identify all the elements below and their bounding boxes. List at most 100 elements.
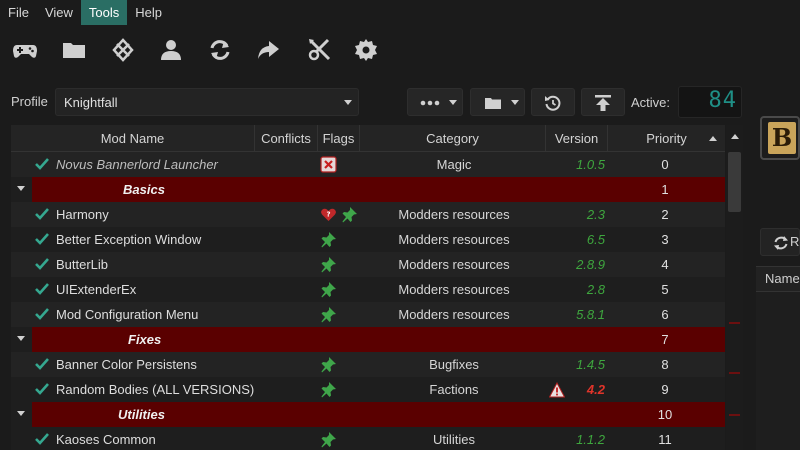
- category-cell: Utilities: [433, 432, 475, 447]
- group-title: Fixes: [128, 332, 162, 347]
- mod-name-cell: Harmony: [56, 207, 109, 222]
- svg-text:?: ?: [326, 211, 330, 219]
- menu-file[interactable]: File: [0, 0, 37, 25]
- priority-cell: 2: [661, 207, 669, 222]
- category-cell: Modders resources: [398, 207, 510, 222]
- enabled-check-icon[interactable]: [35, 258, 49, 270]
- table-row[interactable]: Harmony? Modders resources 2.3 2: [11, 202, 725, 227]
- upload-icon: [595, 95, 611, 111]
- enabled-check-icon[interactable]: [35, 308, 49, 320]
- category-cell: Modders resources: [398, 257, 510, 272]
- priority-cell: 10: [657, 407, 673, 422]
- group-row[interactable]: Basics 1: [11, 177, 725, 202]
- pin-icon: [320, 381, 337, 398]
- enabled-check-icon[interactable]: [35, 283, 49, 295]
- scroll-up-icon[interactable]: [731, 134, 739, 139]
- enabled-check-icon[interactable]: [35, 383, 49, 395]
- version-cell: 4.2: [586, 382, 605, 397]
- header-mod-name[interactable]: Mod Name: [11, 125, 255, 152]
- table-row[interactable]: Better Exception Window Modders resources…: [11, 227, 725, 252]
- right-name-label: Name: [765, 271, 800, 286]
- active-label: Active:: [631, 95, 671, 110]
- chevron-down-icon: [344, 100, 352, 105]
- pin-icon: [320, 306, 337, 323]
- category-cell: Magic: [436, 157, 472, 172]
- refresh-label: Re: [790, 234, 800, 249]
- version-cell: 1.4.5: [576, 357, 605, 372]
- user-icon[interactable]: [153, 30, 189, 70]
- collapse-icon[interactable]: [17, 186, 25, 191]
- collapse-icon[interactable]: [17, 411, 25, 416]
- menu-bar: File View Tools Help: [0, 0, 800, 25]
- gear-icon[interactable]: [348, 30, 384, 70]
- chevron-down-icon: [449, 100, 457, 105]
- table-scrollbar[interactable]: [726, 125, 743, 450]
- priority-cell: 7: [661, 332, 669, 347]
- priority-cell: 4: [661, 257, 669, 272]
- header-flags[interactable]: Flags: [318, 125, 360, 152]
- mod-name-cell: Random Bodies (ALL VERSIONS): [56, 382, 255, 397]
- priority-cell: 3: [661, 232, 669, 247]
- table-body: Novus Bannerlord Launcher Magic 1.0.5 0 Basi…: [11, 152, 725, 450]
- priority-cell: 0: [661, 157, 669, 172]
- pin-icon: [320, 231, 337, 248]
- enabled-check-icon[interactable]: [35, 358, 49, 370]
- profile-value: Knightfall: [64, 95, 118, 110]
- toolbar: [0, 30, 800, 70]
- enabled-check-icon[interactable]: [35, 233, 49, 245]
- menu-help[interactable]: Help: [127, 0, 170, 25]
- table-row[interactable]: ButterLib Modders resources 2.8.9 4: [11, 252, 725, 277]
- header-priority[interactable]: Priority: [608, 125, 725, 152]
- pin-icon: [320, 356, 337, 373]
- header-priority-label: Priority: [646, 131, 687, 146]
- share-icon[interactable]: [250, 30, 286, 70]
- gamepad-icon[interactable]: [7, 30, 43, 70]
- right-list: [756, 292, 800, 450]
- group-title: Basics: [123, 182, 165, 197]
- mod-name-cell: Banner Color Persistens: [56, 357, 197, 372]
- restore-button[interactable]: [531, 88, 575, 116]
- error-icon: [320, 156, 337, 173]
- folder-dropdown-button[interactable]: [470, 88, 525, 116]
- table-row[interactable]: UIExtenderEx Modders resources 2.8 5: [11, 277, 725, 302]
- version-cell: 5.8.1: [576, 307, 605, 322]
- refresh-icon[interactable]: [202, 30, 238, 70]
- collapse-icon[interactable]: [17, 336, 25, 341]
- profile-select[interactable]: Knightfall: [55, 88, 359, 116]
- pin-icon: [320, 281, 337, 298]
- priority-cell: 6: [661, 307, 669, 322]
- header-category[interactable]: Category: [360, 125, 546, 152]
- more-options-button[interactable]: [407, 88, 463, 116]
- group-row[interactable]: Utilities 10: [11, 402, 725, 427]
- header-conflicts[interactable]: Conflicts: [255, 125, 318, 152]
- group-title: Utilities: [118, 407, 165, 422]
- version-cell: 2.8: [586, 282, 605, 297]
- table-row[interactable]: Random Bodies (ALL VERSIONS) Factions 4.2 9: [11, 377, 725, 402]
- table-row[interactable]: Kaoses Common Utilities 1.1.2 11: [11, 427, 725, 450]
- enabled-check-icon[interactable]: [35, 433, 49, 445]
- heart-question-icon: ?: [320, 206, 337, 223]
- menu-view[interactable]: View: [37, 0, 81, 25]
- enabled-check-icon[interactable]: [35, 158, 49, 170]
- tools-icon[interactable]: [302, 30, 338, 70]
- menu-tools[interactable]: Tools: [80, 0, 128, 25]
- table-row[interactable]: Novus Bannerlord Launcher Magic 1.0.5 0: [11, 152, 725, 177]
- scroll-thumb[interactable]: [728, 152, 741, 212]
- more-icon: [420, 100, 440, 106]
- compass-icon[interactable]: [105, 30, 141, 70]
- mod-name-cell: Kaoses Common: [56, 432, 156, 447]
- version-cell: 2.3: [586, 207, 605, 222]
- table-header: Mod Name Conflicts Flags Category Versio…: [11, 125, 725, 152]
- header-version[interactable]: Version: [546, 125, 608, 152]
- scroll-marker: [729, 322, 740, 324]
- enabled-check-icon[interactable]: [35, 208, 49, 220]
- mod-name-cell: ButterLib: [56, 257, 109, 272]
- group-row[interactable]: Fixes 7: [11, 327, 725, 352]
- upload-button[interactable]: [581, 88, 625, 116]
- folder-icon[interactable]: [56, 30, 92, 70]
- mod-table: Mod Name Conflicts Flags Category Versio…: [11, 125, 725, 450]
- table-row[interactable]: Mod Configuration Menu Modders resources 5…: [11, 302, 725, 327]
- table-row[interactable]: Banner Color Persistens Bugfixes 1.4.5 8: [11, 352, 725, 377]
- pin-icon: [320, 431, 337, 448]
- priority-cell: 11: [658, 432, 672, 447]
